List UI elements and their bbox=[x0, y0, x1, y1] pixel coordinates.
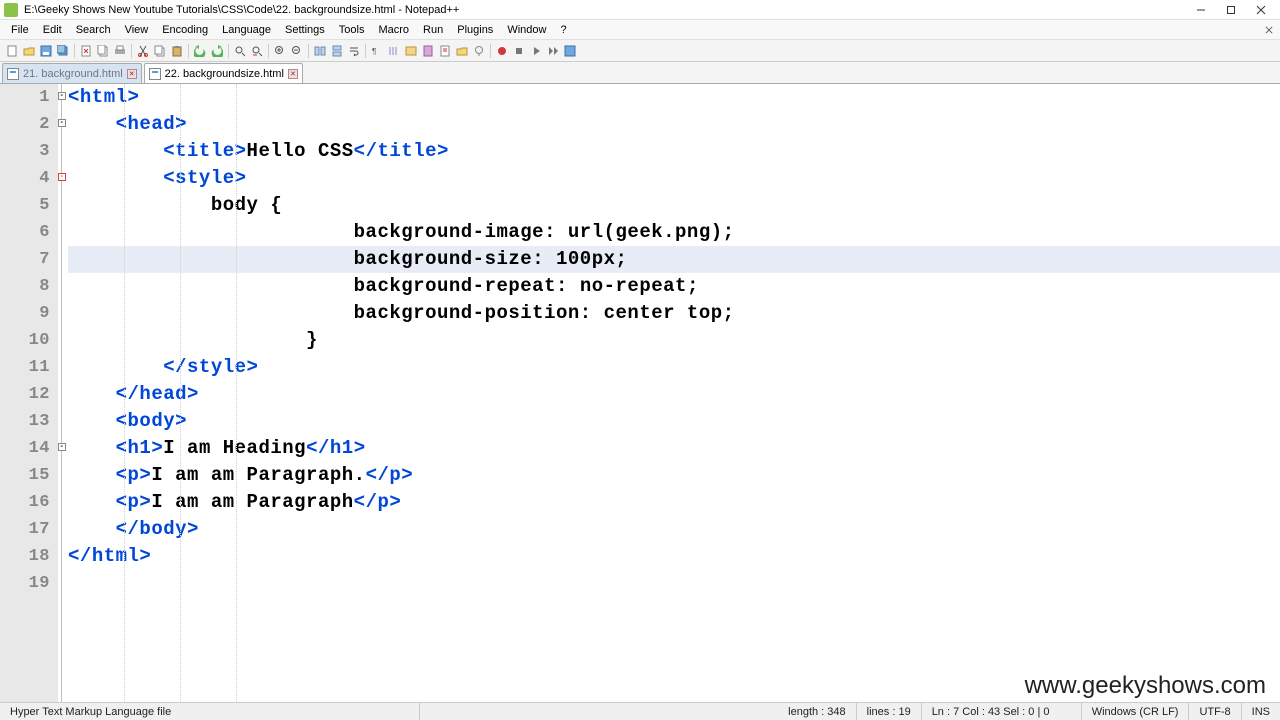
status-insert-mode[interactable]: INS bbox=[1242, 703, 1280, 720]
zoom-in-icon[interactable] bbox=[272, 43, 288, 59]
tab-close-icon[interactable]: ✕ bbox=[127, 69, 137, 79]
minimize-button[interactable] bbox=[1186, 1, 1216, 19]
fold-minus-icon[interactable]: - bbox=[58, 119, 66, 127]
status-lines: lines : 19 bbox=[857, 703, 922, 720]
play-multi-icon[interactable] bbox=[545, 43, 561, 59]
menu-help[interactable]: ? bbox=[553, 22, 573, 38]
indent-guide-icon[interactable] bbox=[386, 43, 402, 59]
tab-file-1[interactable]: 21. background.html ✕ bbox=[2, 63, 142, 83]
replace-icon[interactable] bbox=[249, 43, 265, 59]
sync-h-icon[interactable] bbox=[329, 43, 345, 59]
menu-tools[interactable]: Tools bbox=[332, 22, 372, 38]
close-button[interactable] bbox=[1246, 1, 1276, 19]
redo-icon[interactable] bbox=[209, 43, 225, 59]
menu-settings[interactable]: Settings bbox=[278, 22, 332, 38]
tab-bar: 21. background.html ✕ 22. backgroundsize… bbox=[0, 62, 1280, 84]
editor[interactable]: 12345678910111213141516171819 - - - - <h… bbox=[0, 84, 1280, 704]
status-position: Ln : 7 Col : 43 Sel : 0 | 0 bbox=[922, 703, 1082, 720]
fold-minus-icon[interactable]: - bbox=[58, 443, 66, 451]
status-eol[interactable]: Windows (CR LF) bbox=[1082, 703, 1190, 720]
find-icon[interactable] bbox=[232, 43, 248, 59]
status-encoding[interactable]: UTF-8 bbox=[1189, 703, 1241, 720]
status-bar: Hyper Text Markup Language file length :… bbox=[0, 702, 1280, 720]
open-icon[interactable] bbox=[21, 43, 37, 59]
stop-macro-icon[interactable] bbox=[511, 43, 527, 59]
play-macro-icon[interactable] bbox=[528, 43, 544, 59]
fold-minus-icon[interactable]: - bbox=[58, 173, 66, 181]
zoom-out-icon[interactable] bbox=[289, 43, 305, 59]
code-area[interactable]: <html> <head> <title>Hello CSS</title> <… bbox=[68, 84, 1280, 704]
save-all-icon[interactable] bbox=[55, 43, 71, 59]
folder-view-icon[interactable] bbox=[454, 43, 470, 59]
window-title: E:\Geeky Shows New Youtube Tutorials\CSS… bbox=[24, 4, 1186, 16]
toolbar: ¶ bbox=[0, 40, 1280, 62]
tab-label: 21. background.html bbox=[23, 68, 123, 80]
menu-bar: File Edit Search View Encoding Language … bbox=[0, 20, 1280, 40]
fold-minus-icon[interactable]: - bbox=[58, 92, 66, 100]
menu-encoding[interactable]: Encoding bbox=[155, 22, 215, 38]
maximize-button[interactable] bbox=[1216, 1, 1246, 19]
menu-edit[interactable]: Edit bbox=[36, 22, 69, 38]
new-icon[interactable] bbox=[4, 43, 20, 59]
show-all-chars-icon[interactable]: ¶ bbox=[369, 43, 385, 59]
doc-map-icon[interactable] bbox=[420, 43, 436, 59]
save-icon[interactable] bbox=[38, 43, 54, 59]
fold-column[interactable]: - - - - bbox=[58, 84, 68, 704]
tab-file-2[interactable]: 22. backgroundsize.html ✕ bbox=[144, 63, 303, 83]
menu-view[interactable]: View bbox=[118, 22, 156, 38]
menu-plugins[interactable]: Plugins bbox=[450, 22, 500, 38]
tab-close-icon[interactable]: ✕ bbox=[288, 69, 298, 79]
menu-run[interactable]: Run bbox=[416, 22, 450, 38]
menu-file[interactable]: File bbox=[4, 22, 36, 38]
undo-icon[interactable] bbox=[192, 43, 208, 59]
secondary-close-icon[interactable] bbox=[1262, 23, 1276, 37]
svg-text:¶: ¶ bbox=[372, 47, 376, 56]
line-gutter: 12345678910111213141516171819 bbox=[0, 84, 58, 704]
record-macro-icon[interactable] bbox=[494, 43, 510, 59]
app-icon bbox=[4, 3, 18, 17]
monitor-icon[interactable] bbox=[471, 43, 487, 59]
save-macro-icon[interactable] bbox=[562, 43, 578, 59]
copy-icon[interactable] bbox=[152, 43, 168, 59]
menu-window[interactable]: Window bbox=[500, 22, 553, 38]
file-icon bbox=[7, 68, 19, 80]
wrap-icon[interactable] bbox=[346, 43, 362, 59]
file-icon bbox=[149, 68, 161, 80]
menu-search[interactable]: Search bbox=[69, 22, 118, 38]
lang-icon[interactable] bbox=[403, 43, 419, 59]
sync-v-icon[interactable] bbox=[312, 43, 328, 59]
watermark: www.geekyshows.com bbox=[1025, 672, 1266, 700]
menu-macro[interactable]: Macro bbox=[371, 22, 416, 38]
func-list-icon[interactable] bbox=[437, 43, 453, 59]
title-bar: E:\Geeky Shows New Youtube Tutorials\CSS… bbox=[0, 0, 1280, 20]
close-file-icon[interactable] bbox=[78, 43, 94, 59]
status-file-type: Hyper Text Markup Language file bbox=[0, 703, 420, 720]
status-length: length : 348 bbox=[778, 703, 857, 720]
close-all-icon[interactable] bbox=[95, 43, 111, 59]
print-icon[interactable] bbox=[112, 43, 128, 59]
paste-icon[interactable] bbox=[169, 43, 185, 59]
menu-language[interactable]: Language bbox=[215, 22, 278, 38]
tab-label: 22. backgroundsize.html bbox=[165, 68, 284, 80]
cut-icon[interactable] bbox=[135, 43, 151, 59]
